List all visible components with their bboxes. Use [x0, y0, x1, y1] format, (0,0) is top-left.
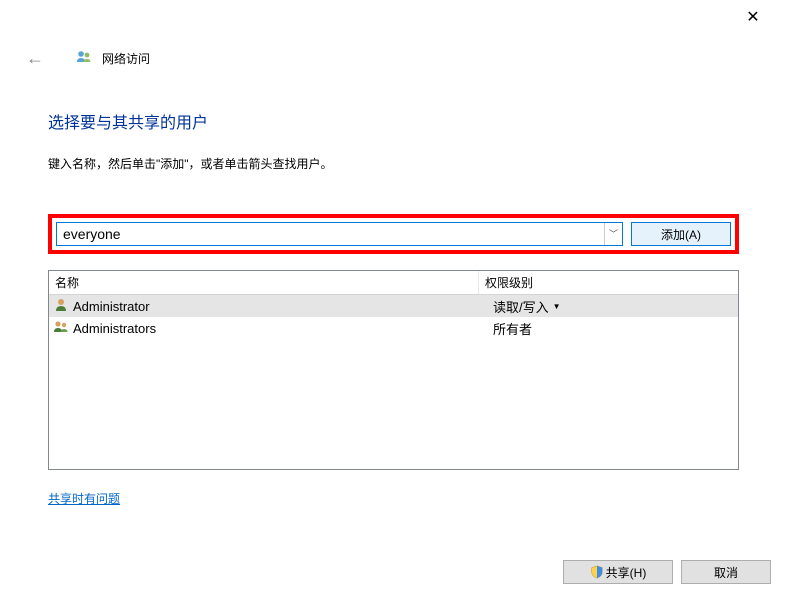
header: ← 网络访问 [0, 0, 787, 69]
cell-permission[interactable]: 读取/写入 ▼ [487, 297, 738, 316]
back-arrow-icon[interactable]: ← [22, 48, 48, 69]
col-header-name[interactable]: 名称 [49, 271, 479, 294]
add-button[interactable]: 添加(A) [631, 222, 731, 246]
chevron-down-icon: ▼ [553, 302, 561, 311]
permission-label: 所有者 [493, 319, 532, 338]
users-table: 名称 权限级别 Administrator读取/写入▼Administrator… [48, 270, 739, 470]
add-user-row-highlight: ﹀ 添加(A) [48, 214, 739, 254]
user-input[interactable] [57, 223, 604, 245]
col-header-perm[interactable]: 权限级别 [479, 271, 738, 294]
table-header: 名称 权限级别 [49, 271, 738, 295]
cell-name: Administrators [49, 319, 487, 338]
page-heading: 选择要与其共享的用户 [48, 109, 739, 133]
window-title: 网络访问 [102, 50, 150, 67]
table-row[interactable]: Administrators 所有者 [49, 317, 738, 339]
cell-name: Administrator [49, 297, 487, 316]
close-button[interactable]: ✕ [733, 6, 773, 30]
instruction-text: 键入名称，然后单击"添加"，或者单击箭头查找用户。 [48, 155, 739, 172]
user-name-label: Administrator [73, 299, 150, 314]
user-icon [53, 297, 69, 316]
user-icon [53, 319, 69, 338]
trouble-link[interactable]: 共享时有问题 [48, 490, 120, 507]
table-row[interactable]: Administrator 读取/写入 ▼ [49, 295, 738, 317]
cell-permission: 所有者 [487, 319, 738, 338]
user-combobox[interactable]: ﹀ [56, 222, 623, 246]
network-icon [76, 49, 92, 68]
dropdown-caret-icon[interactable]: ﹀ [604, 223, 622, 245]
share-button-label: 共享(H) [606, 564, 647, 581]
shield-icon [590, 565, 604, 579]
share-button[interactable]: 共享(H) [563, 560, 673, 584]
user-name-label: Administrators [73, 321, 156, 336]
cancel-button[interactable]: 取消 [681, 560, 771, 584]
footer: 共享(H) 取消 [563, 560, 771, 584]
permission-label: 读取/写入 [493, 297, 549, 316]
